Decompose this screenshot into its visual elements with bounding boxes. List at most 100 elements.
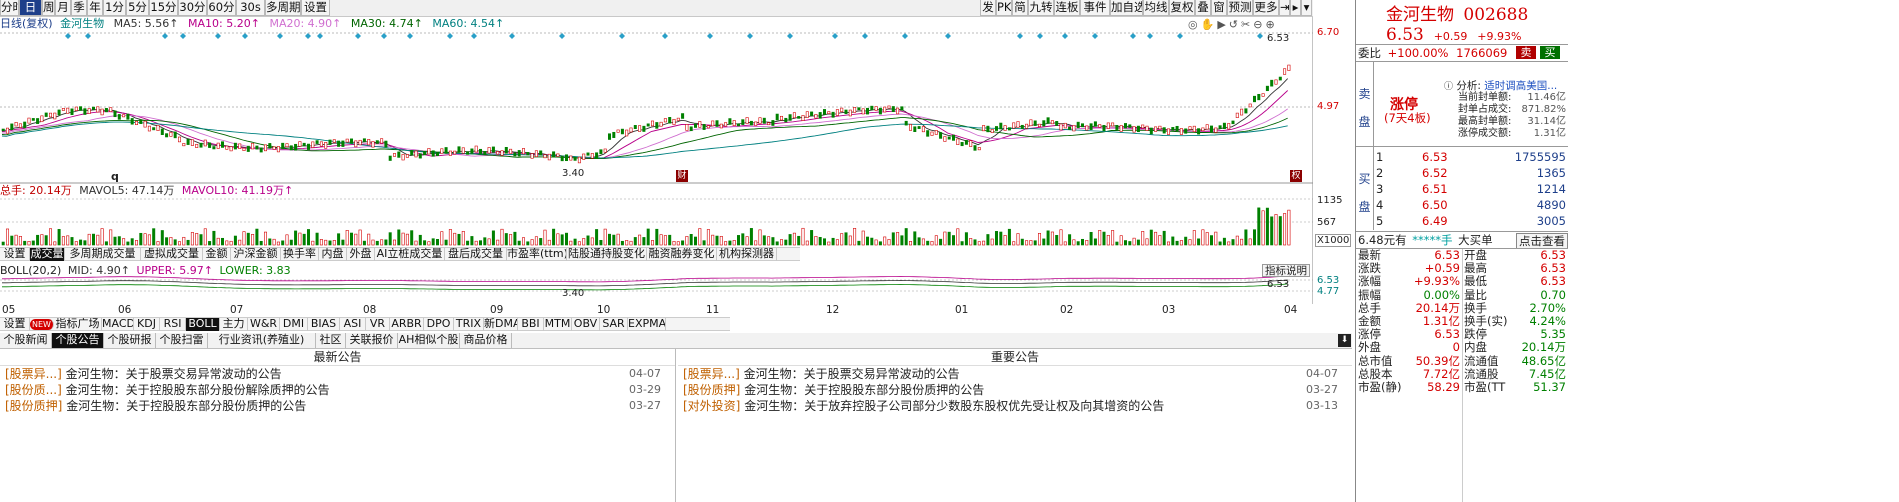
indicator-tab-0[interactable]: 设置 <box>0 318 30 331</box>
volume-tab-1[interactable]: 成交量 <box>30 248 65 261</box>
volume-tab-7[interactable]: 内盘 <box>319 248 347 261</box>
period-tab-4[interactable]: 季 <box>71 0 87 16</box>
news-tab-4[interactable]: 行业资讯(养殖业) <box>208 333 316 348</box>
announcement-row[interactable]: [股票异...] 金河生物：关于股票交易异常波动的公告 04-07 <box>5 366 675 382</box>
news-tab-8[interactable]: 商品价格 <box>460 333 512 348</box>
bid-row[interactable]: 3 6.51 1214 <box>1376 181 1568 197</box>
announcement-title[interactable]: 金河生物：关于股票交易异常波动的公告 <box>62 367 282 381</box>
volume-tab-6[interactable]: 换手率 <box>281 248 319 261</box>
finance-marker[interactable]: 财 <box>676 170 688 182</box>
bid-row[interactable]: 4 6.50 4890 <box>1376 197 1568 213</box>
indicator-tab-14[interactable]: DPO <box>424 318 454 331</box>
nav-end-icon[interactable]: ▾ <box>1301 0 1312 16</box>
tool-button-11[interactable]: 预测 <box>1227 0 1253 16</box>
period-tab-12[interactable]: 多周期 <box>265 0 301 16</box>
volume-tab-9[interactable]: AI立桩成交量 <box>375 248 445 261</box>
news-tab-2[interactable]: 个股研报 <box>104 333 156 348</box>
indicator-tab-19[interactable]: OBV <box>572 318 600 331</box>
tool-button-7[interactable]: 均线 <box>1143 0 1169 16</box>
rights-marker[interactable]: 权 <box>1290 170 1302 182</box>
news-tab-5[interactable]: 社区 <box>316 333 346 348</box>
indicator-tab-10[interactable]: BIAS <box>308 318 340 331</box>
indicator-tab-8[interactable]: W&R <box>248 318 280 331</box>
volume-tab-10[interactable]: 盘后成交量 <box>445 248 507 261</box>
volume-tab-0[interactable]: 设置 <box>0 248 30 261</box>
announcement-title[interactable]: 金河生物：关于股票交易异常波动的公告 <box>740 367 960 381</box>
bid-row[interactable]: 5 6.49 3005 <box>1376 213 1568 229</box>
indicator-tab-1[interactable]: NEW <box>30 319 54 330</box>
volume-tab-3[interactable]: 虚拟成交量 <box>141 248 203 261</box>
period-tab-8[interactable]: 15分 <box>149 0 178 16</box>
tool-button-8[interactable]: 复权 <box>1169 0 1195 16</box>
volume-tab-8[interactable]: 外盘 <box>347 248 375 261</box>
period-tab-13[interactable]: 设置 <box>301 0 330 16</box>
indicator-tab-9[interactable]: DMI <box>280 318 308 331</box>
indicator-tab-12[interactable]: VR <box>366 318 390 331</box>
analysis-link[interactable]: 适时调高美国... <box>1484 80 1557 92</box>
period-tab-0[interactable]: 分时 <box>0 0 19 16</box>
news-tab-3[interactable]: 个股扫雷 <box>156 333 208 348</box>
tool-button-0[interactable]: 发 <box>980 0 996 16</box>
tool-button-10[interactable]: 窗 <box>1211 0 1227 16</box>
tool-button-9[interactable]: 叠 <box>1195 0 1211 16</box>
announcement-row[interactable]: [股份质押] 金河生物：关于控股股东部分股份质押的公告 03-27 <box>5 398 675 414</box>
tool-button-2[interactable]: 简 <box>1012 0 1028 16</box>
period-tab-7[interactable]: 5分 <box>126 0 149 16</box>
announcement-row[interactable]: [对外投资] 金河生物：关于放弃控股子公司部分少数股东股权优先受让权及向其增资的… <box>683 398 1352 414</box>
news-tab-6[interactable]: 关联报价 <box>346 333 398 348</box>
period-tab-1[interactable]: 日 <box>19 0 42 16</box>
indicator-tab-4[interactable]: KDJ <box>134 318 160 331</box>
volume-tab-12[interactable]: 陆股通持股变化 <box>567 248 647 261</box>
indicator-tab-3[interactable]: MACD <box>102 318 134 331</box>
indicator-tab-18[interactable]: MTM <box>544 318 572 331</box>
tool-button-3[interactable]: 九转 <box>1028 0 1054 16</box>
tool-button-4[interactable]: 连板 <box>1054 0 1080 16</box>
announcement-row[interactable]: [股票异...] 金河生物：关于股票交易异常波动的公告 04-07 <box>683 366 1352 382</box>
bid-row[interactable]: 1 6.53 1755595 <box>1376 149 1568 165</box>
collapse-news-icon[interactable]: ⬇ <box>1338 334 1351 347</box>
bid-row[interactable]: 2 6.52 1365 <box>1376 165 1568 181</box>
announcement-title[interactable]: 金河生物：关于控股股东部分股份解除质押的公告 <box>62 383 330 397</box>
announcement-title[interactable]: 金河生物：关于控股股东部分股份质押的公告 <box>740 383 984 397</box>
tool-button-5[interactable]: 事件 <box>1080 0 1110 16</box>
indicator-tab-5[interactable]: RSI <box>160 318 186 331</box>
news-tab-0[interactable]: 个股新闻 <box>0 333 52 348</box>
news-tab-1[interactable]: 个股公告 <box>52 333 104 348</box>
indicator-tab-11[interactable]: ASI <box>340 318 366 331</box>
indicator-help-button[interactable]: 指标说明 <box>1262 264 1310 277</box>
sell-button[interactable]: 卖 <box>1516 46 1536 59</box>
indicator-tab-7[interactable]: 主力 <box>220 318 248 331</box>
indicator-tab-16[interactable]: 新DMA <box>484 318 518 331</box>
news-tab-7[interactable]: AH相似个股 <box>398 333 460 348</box>
tool-button-1[interactable]: PK <box>996 0 1012 16</box>
announcement-title[interactable]: 金河生物：关于放弃控股子公司部分少数股东股权优先受让权及向其增资的公告 <box>740 399 1164 413</box>
tool-button-6[interactable]: 加自选 <box>1110 0 1143 16</box>
indicator-tab-2[interactable]: 指标广场 <box>54 318 102 331</box>
period-tab-5[interactable]: 年 <box>87 0 103 16</box>
announcement-row[interactable]: [股份质押] 金河生物：关于控股股东部分股份质押的公告 03-27 <box>683 382 1352 398</box>
indicator-tab-13[interactable]: ARBR <box>390 318 424 331</box>
announcement-row[interactable]: [股份质...] 金河生物：关于控股股东部分股份解除质押的公告 03-29 <box>5 382 675 398</box>
period-tab-9[interactable]: 30分 <box>178 0 207 16</box>
indicator-tab-6[interactable]: BOLL <box>186 318 220 331</box>
volume-tab-13[interactable]: 融资融券变化 <box>647 248 717 261</box>
indicator-tab-15[interactable]: TRIX <box>454 318 484 331</box>
volume-tab-14[interactable]: 机构探测器 <box>717 248 777 261</box>
tool-button-12[interactable]: 更多 <box>1253 0 1279 16</box>
buy-button[interactable]: 买 <box>1540 46 1560 59</box>
period-tab-3[interactable]: 月 <box>55 0 71 16</box>
nav-down-icon[interactable]: ▸ <box>1290 0 1301 16</box>
click-view-link[interactable]: 点击查看 <box>1516 233 1568 249</box>
period-tab-10[interactable]: 60分 <box>207 0 236 16</box>
volume-tab-4[interactable]: 金额 <box>203 248 231 261</box>
period-tab-11[interactable]: 30s <box>236 0 265 16</box>
indicator-tab-21[interactable]: EXPMA <box>628 318 666 331</box>
nav-up-icon[interactable]: ⇥ <box>1279 0 1290 16</box>
period-tab-2[interactable]: 周 <box>42 0 55 16</box>
indicator-tab-20[interactable]: SAR <box>600 318 628 331</box>
announcement-title[interactable]: 金河生物：关于控股股东部分股份质押的公告 <box>62 399 306 413</box>
indicator-tab-17[interactable]: BBI <box>518 318 544 331</box>
volume-tab-5[interactable]: 沪深金额 <box>231 248 281 261</box>
period-tab-6[interactable]: 1分 <box>103 0 126 16</box>
volume-tab-2[interactable]: 多周期成交量 <box>65 248 141 261</box>
